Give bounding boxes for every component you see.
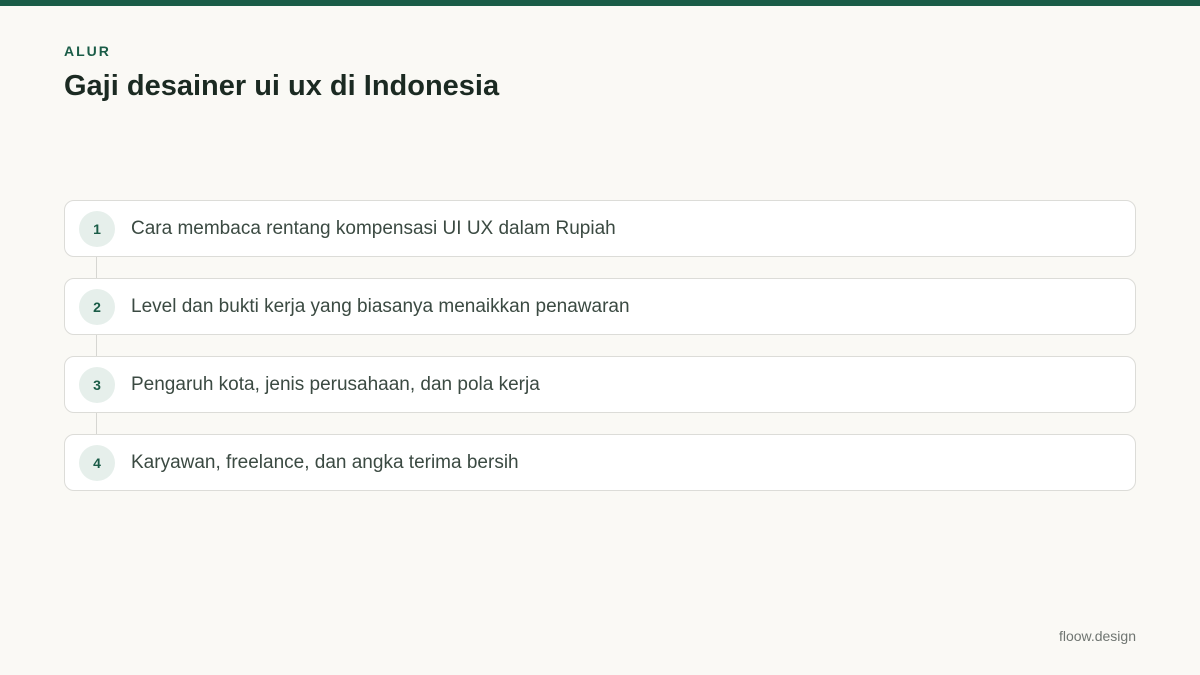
- step-item-4: 4 Karyawan, freelance, dan angka terima …: [64, 434, 1136, 491]
- top-accent-bar: [0, 0, 1200, 6]
- step-label: Pengaruh kota, jenis perusahaan, dan pol…: [131, 374, 540, 395]
- steps-list: 1 Cara membaca rentang kompensasi UI UX …: [64, 200, 1136, 491]
- step-number-badge: 4: [79, 445, 115, 481]
- step-number-badge: 2: [79, 289, 115, 325]
- step-label: Level dan bukti kerja yang biasanya mena…: [131, 296, 630, 317]
- step-connector-line: [96, 257, 97, 279]
- step-item-2: 2 Level dan bukti kerja yang biasanya me…: [64, 278, 1136, 357]
- page-title: Gaji desainer ui ux di Indonesia: [64, 70, 500, 102]
- step-connector-line: [96, 413, 97, 435]
- step-label: Karyawan, freelance, dan angka terima be…: [131, 452, 519, 473]
- step-connector-line: [96, 335, 97, 357]
- step-number-badge: 3: [79, 367, 115, 403]
- section-eyebrow: ALUR: [64, 43, 111, 59]
- step-item-1: 1 Cara membaca rentang kompensasi UI UX …: [64, 200, 1136, 279]
- step-number-badge: 1: [79, 211, 115, 247]
- step-label: Cara membaca rentang kompensasi UI UX da…: [131, 218, 616, 239]
- step-item-3: 3 Pengaruh kota, jenis perusahaan, dan p…: [64, 356, 1136, 435]
- brand-label: floow.design: [1058, 628, 1136, 644]
